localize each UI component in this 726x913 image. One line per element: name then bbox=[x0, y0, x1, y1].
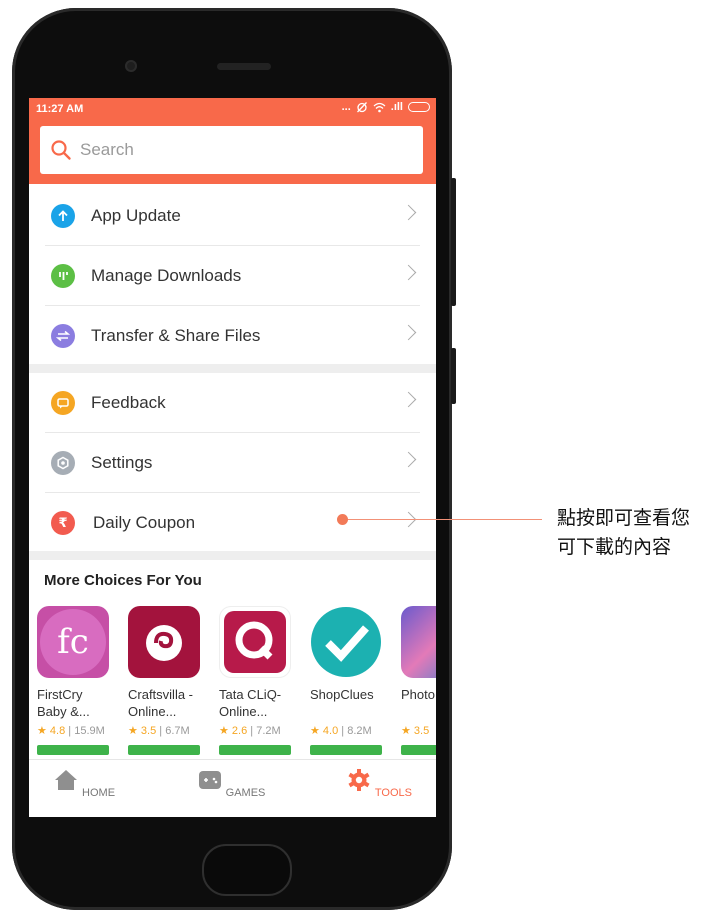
menu-item-label: Transfer & Share Files bbox=[91, 325, 261, 345]
firstcry-icon: fc bbox=[37, 606, 109, 678]
app-card-photo[interactable]: Photo ★ 3.5 bbox=[401, 606, 436, 755]
tab-games[interactable]: GAMES bbox=[181, 768, 281, 799]
app-meta: ★ 4.8 | 15.9M bbox=[37, 725, 105, 737]
app-card-craftsvilla[interactable]: Craftsvilla - Online... ★ 3.5 | 6.7M bbox=[128, 606, 206, 755]
chevron-right-icon bbox=[400, 324, 417, 341]
tab-home[interactable]: HOME bbox=[34, 768, 134, 799]
callout-text: 點按即可查看您 可下載的內容 bbox=[557, 504, 726, 562]
install-button[interactable] bbox=[37, 745, 109, 755]
callout-line bbox=[342, 519, 542, 520]
chevron-right-icon bbox=[400, 264, 417, 281]
app-card-shopclues[interactable]: ShopClues ★ 4.0 | 8.2M bbox=[310, 606, 388, 755]
menu-item-label: Settings bbox=[91, 452, 153, 472]
menu-group-tools: App Update Manage Downloads Transfer & S… bbox=[29, 186, 436, 365]
menu-item-label: Manage Downloads bbox=[91, 265, 242, 285]
alarm-off-icon bbox=[356, 102, 367, 113]
battery-icon bbox=[408, 102, 430, 112]
callout-dot bbox=[337, 514, 348, 525]
search-icon bbox=[51, 140, 71, 160]
app-meta: ★ 2.6 | 7.2M bbox=[219, 725, 281, 737]
volume-button[interactable] bbox=[451, 178, 456, 306]
menu-item-transfer-share[interactable]: Transfer & Share Files bbox=[45, 306, 420, 365]
app-card-tatacliq[interactable]: Tata CLiQ- Online... ★ 2.6 | 7.2M bbox=[219, 606, 297, 755]
power-button[interactable] bbox=[451, 348, 456, 404]
app-name: ShopClues bbox=[310, 687, 374, 702]
home-button[interactable] bbox=[202, 844, 292, 896]
earpiece-speaker bbox=[217, 63, 271, 70]
tab-tools[interactable]: TOOLS bbox=[329, 768, 429, 799]
front-camera bbox=[125, 60, 137, 72]
section-divider bbox=[29, 364, 436, 373]
search-bar[interactable]: Search bbox=[40, 126, 423, 174]
callout-line-1: 點按即可查看您 bbox=[557, 507, 691, 529]
app-carousel[interactable]: fc FirstCry Baby &... ★ 4.8 | 15.9M Craf… bbox=[37, 606, 436, 758]
home-icon bbox=[54, 770, 77, 790]
search-placeholder: Search bbox=[80, 140, 134, 159]
app-meta: ★ 3.5 bbox=[401, 725, 430, 737]
tab-label: GAMES bbox=[225, 787, 266, 799]
wifi-icon bbox=[373, 102, 386, 112]
shopclues-icon bbox=[310, 606, 382, 678]
chevron-right-icon bbox=[400, 204, 417, 221]
menu-item-app-update[interactable]: App Update bbox=[45, 186, 420, 246]
gear-icon bbox=[51, 450, 75, 475]
app-name: Tata CLiQ- Online... bbox=[219, 687, 282, 719]
menu-item-settings[interactable]: Settings bbox=[45, 433, 420, 493]
section-title: More Choices For You bbox=[44, 572, 202, 589]
callout-line-2: 可下載的內容 bbox=[557, 536, 672, 558]
install-button[interactable] bbox=[128, 745, 200, 755]
app-name: FirstCry Baby &... bbox=[37, 687, 90, 719]
status-time: 11:27 AM bbox=[36, 103, 84, 115]
app-name: Craftsvilla - Online... bbox=[128, 687, 194, 719]
app-meta: ★ 4.0 | 8.2M bbox=[310, 725, 372, 737]
menu-item-daily-coupon[interactable]: ₹ Daily Coupon bbox=[45, 493, 420, 552]
chat-icon bbox=[51, 390, 75, 415]
menu-group-account: Feedback Settings ₹ Daily Coupon bbox=[29, 373, 436, 552]
transfer-icon bbox=[51, 323, 75, 348]
rupee-icon: ₹ bbox=[51, 510, 75, 535]
section-divider bbox=[29, 551, 436, 560]
gear-icon bbox=[348, 769, 370, 791]
app-meta: ★ 3.5 | 6.7M bbox=[128, 725, 190, 737]
download-icon bbox=[51, 263, 75, 288]
menu-item-manage-downloads[interactable]: Manage Downloads bbox=[45, 246, 420, 306]
craftsvilla-icon bbox=[128, 606, 200, 678]
gamepad-icon bbox=[198, 771, 221, 789]
notification-dots: ... bbox=[341, 101, 351, 113]
menu-item-label: Feedback bbox=[91, 392, 166, 412]
screen: 11:27 AM ... .ıll Search App Update Mana… bbox=[29, 98, 436, 817]
svg-text:fc: fc bbox=[57, 622, 89, 662]
app-card-firstcry[interactable]: fc FirstCry Baby &... ★ 4.8 | 15.9M bbox=[37, 606, 115, 755]
status-bar: 11:27 AM ... .ıll bbox=[29, 98, 436, 120]
status-icons: ... .ıll bbox=[342, 101, 430, 113]
arrow-up-icon bbox=[51, 203, 75, 228]
photo-app-icon bbox=[401, 606, 436, 678]
top-bar: 11:27 AM ... .ıll Search bbox=[29, 98, 436, 184]
menu-item-label: Daily Coupon bbox=[93, 512, 196, 532]
app-name: Photo bbox=[401, 687, 435, 702]
chevron-right-icon bbox=[400, 451, 417, 468]
signal-icon: .ıll bbox=[390, 101, 403, 113]
menu-item-feedback[interactable]: Feedback bbox=[45, 373, 420, 433]
tab-label: HOME bbox=[82, 787, 116, 799]
tatacliq-icon bbox=[219, 606, 291, 678]
chevron-right-icon bbox=[400, 391, 417, 408]
tab-label: TOOLS bbox=[374, 787, 412, 799]
install-button[interactable] bbox=[219, 745, 291, 755]
install-button[interactable] bbox=[310, 745, 382, 755]
bottom-tab-bar: HOME GAMES TOOLS bbox=[29, 759, 436, 817]
install-button[interactable] bbox=[401, 745, 436, 755]
menu-item-label: App Update bbox=[91, 205, 181, 225]
